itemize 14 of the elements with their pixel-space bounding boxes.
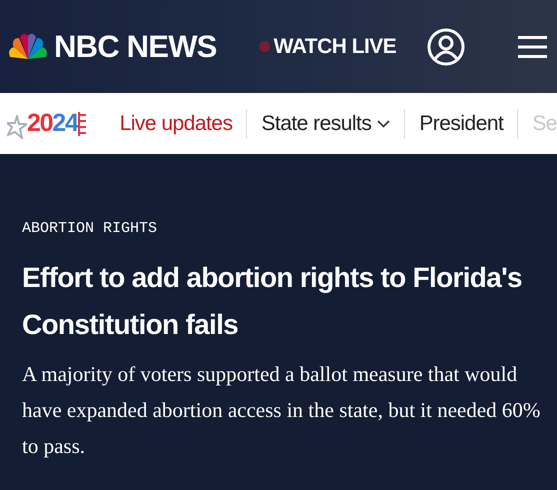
- headline: Effort to add abortion rights to Florida's Constitution fails: [22, 261, 523, 342]
- section-label[interactable]: ABORTION RIGHTS: [22, 220, 545, 238]
- menu-icon[interactable]: [518, 34, 547, 58]
- account-icon[interactable]: [427, 28, 466, 66]
- nav-link[interactable]: President: [419, 113, 504, 134]
- chevron-down-icon: [377, 120, 390, 128]
- watch-live-link[interactable]: WATCH LIVE: [258, 36, 396, 57]
- article-summary: A majority of voters supported a ballot measure that would have expanded abortion access in the state, but it needed 60% to pass.: [22, 361, 542, 460]
- live-updates-link[interactable]: Live updates: [120, 113, 232, 134]
- star-icon: [7, 114, 27, 138]
- flag-stripes-icon: [78, 112, 86, 136]
- brand-name: NBC NEWS: [54, 31, 217, 62]
- peacock-logo-icon[interactable]: [8, 32, 48, 60]
- nav-dropdown[interactable]: State results: [261, 113, 390, 134]
